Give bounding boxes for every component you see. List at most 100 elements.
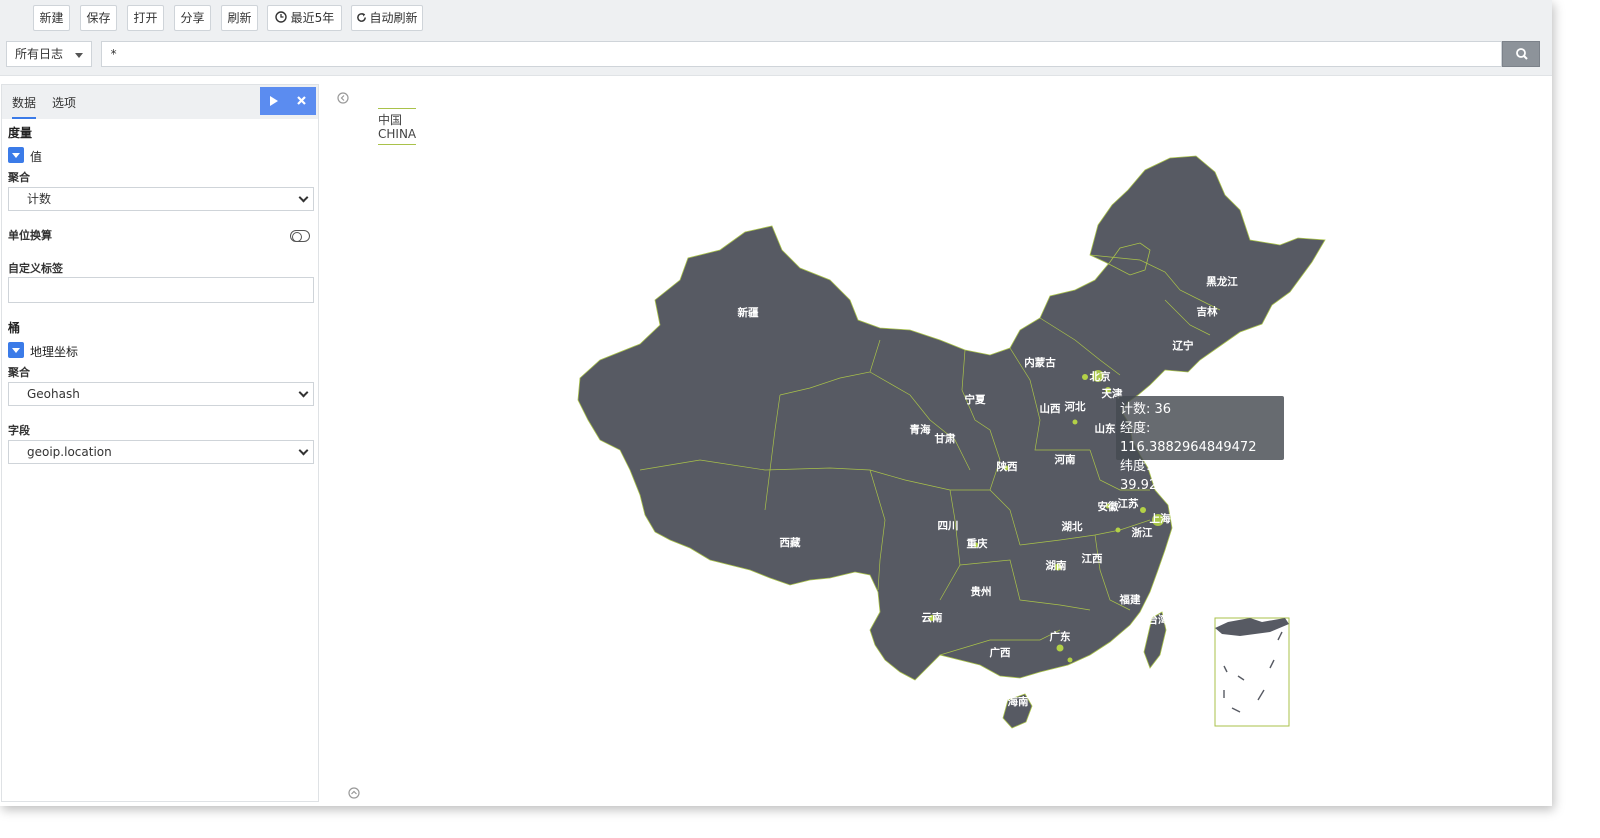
point-hebei-1[interactable] [1082, 374, 1088, 380]
province-label: 台湾 [1148, 613, 1170, 626]
tooltip-count-row: 计数: 36 [1120, 402, 1172, 417]
province-label: 河南 [1055, 453, 1077, 466]
province-label: 广西 [990, 646, 1011, 659]
province-label: 北京 [1090, 370, 1112, 383]
province-label: 青海 [910, 423, 931, 436]
tooltip-lon-row: 经度: 116.3882964849472 [1120, 421, 1257, 455]
new-button[interactable]: 新建 [33, 5, 70, 31]
province-label: 吉林 [1197, 305, 1219, 318]
province-label: 江西 [1082, 552, 1104, 565]
auto-refresh-label: 自动刷新 [369, 11, 418, 25]
province-label: 上海 [1150, 512, 1172, 525]
province-label: 重庆 [967, 537, 988, 550]
auto-refresh-button[interactable]: 自动刷新 [351, 5, 423, 31]
tooltip-lon-label: 经度 [1120, 421, 1147, 436]
refresh-button[interactable]: 刷新 [221, 5, 258, 31]
custom-label-input[interactable] [8, 277, 314, 303]
search-icon [1516, 48, 1528, 60]
province-label: 山东 [1095, 422, 1117, 435]
top-toolbar: 新建 保存 打开 分享 刷新 最近5年 自动刷新 所有日志 * [0, 0, 1552, 76]
bucket-aggregation-label: 聚合 [8, 366, 30, 379]
tab-options[interactable]: 选项 [52, 94, 76, 111]
custom-label-label: 自定义标签 [8, 262, 63, 275]
chevron-down-icon [298, 192, 309, 203]
search-button[interactable] [1502, 41, 1540, 67]
province-label: 内蒙古 [1024, 356, 1056, 369]
aggregation-label: 聚合 [8, 171, 30, 184]
log-scope-dropdown[interactable]: 所有日志 [6, 41, 92, 67]
tooltip-count-value: 36 [1154, 402, 1172, 417]
close-icon[interactable] [297, 96, 306, 105]
chevron-down-icon [298, 445, 309, 456]
play-icon[interactable] [270, 96, 278, 106]
province-label: 云南 [922, 611, 943, 624]
province-label: 四川 [938, 520, 959, 532]
open-label: 打开 [133, 11, 158, 25]
bucket-expand-toggle[interactable] [8, 342, 24, 358]
run-cancel-group [260, 87, 316, 115]
metric-expand-toggle[interactable] [8, 147, 24, 163]
province-label: 贵州 [971, 585, 992, 598]
point-shenzhen[interactable] [1067, 657, 1073, 663]
save-label: 保存 [86, 11, 111, 25]
province-label: 辽宁 [1173, 339, 1194, 352]
bucket-aggregation-select[interactable]: Geohash [8, 382, 314, 406]
refresh-label: 刷新 [227, 11, 252, 25]
share-button[interactable]: 分享 [174, 5, 211, 31]
province-label: 安徽 [1098, 500, 1120, 513]
metrics-title: 度量 [8, 126, 33, 140]
buckets-title: 桶 [8, 321, 21, 335]
refresh-cycle-icon [356, 6, 367, 30]
bucket-type-label: 地理坐标 [30, 345, 79, 359]
tooltip-count-label: 计数 [1120, 402, 1147, 417]
province-label: 甘肃 [935, 432, 956, 445]
tab-options-label: 选项 [52, 96, 77, 110]
province-label: 河北 [1065, 400, 1087, 413]
province-label: 江苏 [1118, 497, 1140, 510]
point-hebei-2[interactable] [1072, 419, 1078, 425]
point-jiangsu[interactable] [1140, 507, 1146, 513]
unit-conversion-toggle[interactable] [290, 230, 310, 242]
province-label: 广东 [1050, 630, 1072, 643]
point-guangdong[interactable] [1056, 644, 1064, 652]
editor-sidebar: 数据 选项 度量 值 聚合 计数 单位换算 自定义标签 桶 地理坐标 聚合 Ge… [1, 84, 319, 802]
field-value: geoip.location [27, 445, 112, 459]
aggregation-value: 计数 [27, 192, 52, 206]
province-label: 海南 [1008, 695, 1030, 708]
save-button[interactable]: 保存 [80, 5, 117, 31]
metric-value-label: 值 [30, 150, 43, 164]
province-label: 湖南 [1046, 559, 1068, 572]
time-range-button[interactable]: 最近5年 [267, 5, 342, 31]
china-map: 新疆 西藏 青海 甘肃 宁夏 内蒙古 黑龙江 吉林 辽宁 北京 天津 河北 山西… [577, 155, 1326, 729]
share-label: 分享 [180, 11, 205, 25]
app-window: 新建 保存 打开 分享 刷新 最近5年 自动刷新 所有日志 * 数据 选项 度量… [0, 0, 1552, 806]
province-label: 山西 [1040, 402, 1062, 415]
province-label: 浙江 [1132, 526, 1154, 539]
field-select[interactable]: geoip.location [8, 440, 314, 464]
open-button[interactable]: 打开 [127, 5, 164, 31]
province-label: 黑龙江 [1206, 275, 1238, 288]
province-label: 陕西 [997, 460, 1018, 473]
province-label: 福建 [1119, 593, 1142, 606]
tooltip-lon-value: 116.3882964849472 [1120, 440, 1257, 455]
query-input[interactable]: * [101, 41, 1502, 67]
unit-conversion-label: 单位换算 [8, 229, 52, 242]
point-zhejiang[interactable] [1115, 527, 1121, 533]
tooltip-lat-value: 39.92890030145645 [1120, 478, 1257, 493]
map-visualization[interactable]: 中国 CHINA 新疆 西藏 青海 甘肃 宁夏 内蒙古 黑龙江 吉林 辽宁 北京… [320, 84, 1550, 802]
collapse-up-icon[interactable] [347, 786, 361, 800]
tooltip-lat-label: 纬度 [1120, 459, 1147, 474]
aggregation-select[interactable]: 计数 [8, 187, 314, 211]
province-label: 宁夏 [965, 393, 986, 406]
province-label: 湖北 [1062, 520, 1084, 533]
tooltip-lat-row: 纬度: 39.92890030145645 [1120, 459, 1257, 493]
map-tooltip: 计数: 36 经度: 116.3882964849472 纬度: 39.9289… [1116, 396, 1284, 493]
province-label: 西藏 [780, 536, 801, 549]
log-scope-label: 所有日志 [15, 47, 64, 61]
field-label: 字段 [8, 424, 30, 437]
sidebar-tabs: 数据 选项 [2, 85, 318, 119]
bucket-aggregation-value: Geohash [27, 387, 80, 401]
tab-data[interactable]: 数据 [12, 94, 37, 119]
chevron-down-icon [298, 387, 309, 398]
new-label: 新建 [39, 11, 64, 25]
